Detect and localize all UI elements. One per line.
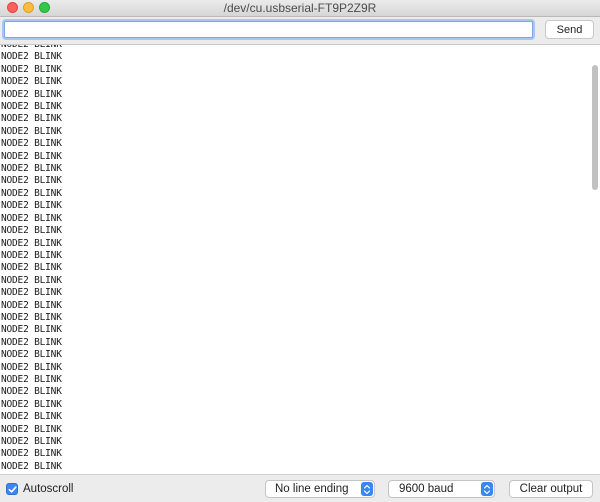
- send-toolbar: Send: [0, 17, 600, 44]
- output-line: NODE2 BLINK: [1, 287, 62, 299]
- output-line: NODE2 BLINK: [1, 113, 62, 125]
- output-line: NODE2 BLINK: [1, 76, 62, 88]
- output-line: NODE2 BLINK: [1, 150, 62, 162]
- send-button[interactable]: Send: [545, 20, 594, 39]
- baud-rate-select[interactable]: 9600 baud: [388, 480, 495, 498]
- output-line: NODE2 BLINK: [1, 125, 62, 137]
- autoscroll-toggle[interactable]: Autoscroll: [6, 483, 74, 495]
- output-line: NODE2 BLINK: [1, 349, 62, 361]
- output-line: NODE2 BLINK: [1, 175, 62, 187]
- output-line: NODE2 BLINK: [1, 212, 62, 224]
- output-line: NODE2 BLINK: [1, 163, 62, 175]
- up-down-chevron-icon: [363, 484, 371, 494]
- output-line: NODE2 BLINK: [1, 386, 62, 398]
- output-line: NODE2 BLINK: [1, 274, 62, 286]
- output-line: NODE2 BLINK: [1, 237, 62, 249]
- output-line: NODE2 BLINK: [1, 460, 62, 472]
- window-title: /dev/cu.usbserial-FT9P2Z9R: [223, 1, 377, 15]
- output-line: NODE2 BLINK: [1, 225, 62, 237]
- checkmark-icon: [8, 485, 17, 493]
- output-line: NODE2 BLINK: [1, 44, 62, 50]
- output-lines: NODE2 BLINK NODE2 BLINK NODE2 BLINK NODE2 B…: [1, 44, 62, 474]
- output-line: NODE2 BLINK: [1, 262, 62, 274]
- output-line: NODE2 BLINK: [1, 249, 62, 261]
- output-line: NODE2 BLINK: [1, 423, 62, 435]
- serial-monitor-window: /dev/cu.usbserial-FT9P2Z9R Send NODE2 BL…: [0, 0, 600, 502]
- title-bar: /dev/cu.usbserial-FT9P2Z9R: [0, 0, 600, 17]
- output-line: NODE2 BLINK: [1, 373, 62, 385]
- output-line: NODE2 BLINK: [1, 187, 62, 199]
- output-line: NODE2 BLINK: [1, 63, 62, 75]
- line-ending-chevron: [361, 482, 373, 496]
- output-line: NODE2 BLINK: [1, 436, 62, 447]
- baud-rate-chevron: [481, 482, 493, 496]
- footer-bar: Autoscroll No line ending 9600 baud Clea…: [0, 474, 600, 502]
- autoscroll-checkbox[interactable]: [6, 483, 18, 495]
- up-down-chevron-icon: [483, 484, 491, 494]
- clear-output-button[interactable]: Clear output: [509, 480, 593, 498]
- baud-rate-value: 9600 baud: [399, 483, 454, 495]
- output-line: NODE2 BLINK: [1, 101, 62, 113]
- output-line: NODE2 BLINK: [1, 398, 62, 410]
- output-line: NODE2 BLINK: [1, 411, 62, 423]
- line-ending-value: No line ending: [275, 483, 349, 495]
- output-line: NODE2 BLINK: [1, 200, 62, 212]
- output-line: NODE2 BLINK: [1, 361, 62, 373]
- output-line: NODE2 BLINK: [1, 299, 62, 311]
- output-line: NODE2 BLINK: [1, 324, 62, 336]
- line-ending-select[interactable]: No line ending: [265, 480, 375, 498]
- serial-output[interactable]: NODE2 BLINK NODE2 BLINK NODE2 BLINK NODE2 B…: [0, 44, 600, 474]
- output-line: NODE2 BLINK: [1, 311, 62, 323]
- serial-input[interactable]: [4, 21, 533, 38]
- output-line: NODE2 BLINK: [1, 88, 62, 100]
- autoscroll-label: Autoscroll: [23, 483, 74, 495]
- output-line: NODE2 BLINK: [1, 51, 62, 63]
- output-line: NODE2 BLINK: [1, 138, 62, 150]
- output-line: NODE2 BLINK: [1, 448, 62, 460]
- output-line: NODE2 BLINK: [1, 336, 62, 348]
- output-scrollbar[interactable]: [592, 65, 598, 190]
